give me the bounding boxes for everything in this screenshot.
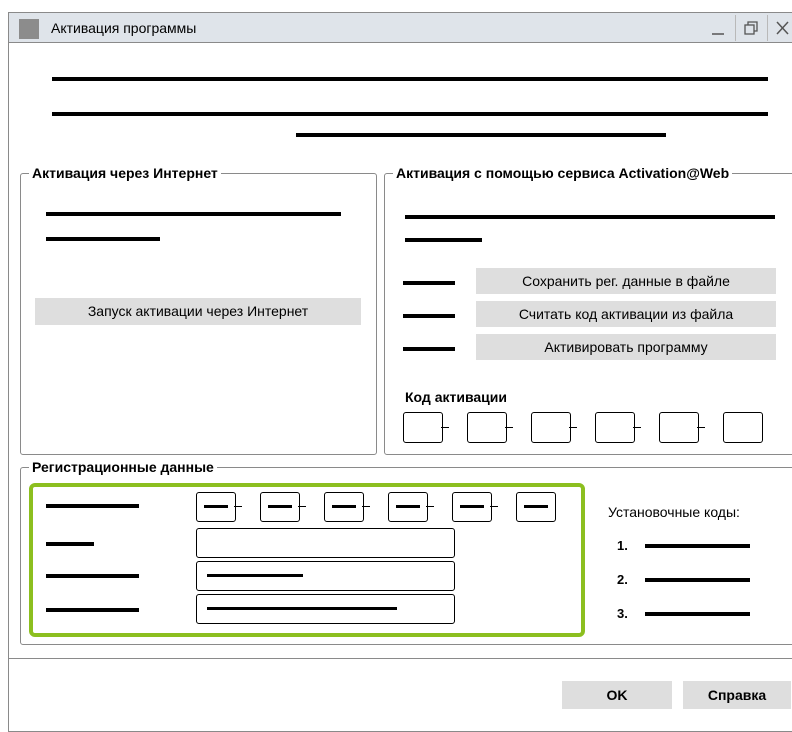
web-text-line-1 [405,215,775,219]
code-separator [441,427,449,428]
read-step-marker [403,314,455,318]
registration-code-field-4[interactable] [388,492,428,522]
activation-code-field-3[interactable] [531,412,571,443]
install-code-number: 2. [617,572,628,587]
install-code-3 [645,612,750,616]
code-separator [426,506,434,507]
code-separator [633,427,641,428]
web-group-legend: Активация с помощью сервиса Activation@W… [393,165,733,181]
ok-button[interactable]: OK [562,681,672,709]
activation-code-field-4[interactable] [595,412,635,443]
registration-field-2[interactable] [196,528,455,558]
header-text-line-3 [296,133,666,137]
registration-code-field-5[interactable] [452,492,492,522]
web-text-line-2 [405,238,482,242]
title-bar: Активация программы [9,13,792,43]
registration-code-field-6[interactable] [516,492,556,522]
internet-text-line-2 [46,237,160,241]
header-text-line-1 [52,77,768,81]
close-icon[interactable] [767,15,792,41]
install-code-2 [645,578,750,582]
help-button[interactable]: Справка [683,681,791,709]
activation-code-field-6[interactable] [723,412,763,443]
save-step-marker [403,281,455,285]
activation-code-label: Код активации [405,389,507,405]
registration-group-legend: Регистрационные данные [29,459,217,475]
activate-program-button[interactable]: Активировать программу [476,334,776,360]
activation-code-field-1[interactable] [403,412,443,443]
app-icon [19,19,39,39]
install-code-number: 3. [617,606,628,621]
read-activation-code-button[interactable]: Считать код активации из файла [476,301,776,327]
registration-label-1 [46,504,139,508]
registration-code-field-3[interactable] [324,492,364,522]
window-title: Активация программы [51,20,197,36]
activate-step-marker [403,347,455,351]
footer-separator [9,658,792,659]
registration-label-3 [46,574,139,578]
install-code-1 [645,544,750,548]
code-separator [298,506,306,507]
internet-group-legend: Активация через Интернет [29,165,221,181]
registration-code-field-2[interactable] [260,492,300,522]
install-codes-label: Установочные коды: [608,504,740,520]
code-separator [234,506,242,507]
activation-code-field-2[interactable] [467,412,507,443]
activation-code-field-5[interactable] [659,412,699,443]
registration-field-3[interactable] [196,561,455,591]
start-internet-activation-button[interactable]: Запуск активации через Интернет [35,298,361,325]
internet-text-line-1 [46,212,341,216]
registration-field-4[interactable] [196,594,455,624]
internet-activation-group: Активация через Интернет Запуск активаци… [20,165,377,455]
web-activation-group: Активация с помощью сервиса Activation@W… [384,165,792,455]
code-separator [490,506,498,507]
registration-code-field-1[interactable] [196,492,236,522]
activation-window: Активация программы Активация через Инте… [8,12,792,732]
restore-icon[interactable] [735,15,766,41]
registration-label-4 [46,608,139,612]
minimize-icon[interactable] [703,15,733,41]
header-text-line-2 [52,112,768,116]
registration-data-group: Регистрационные данные Установочные коды… [20,459,792,645]
registration-label-2 [46,542,94,546]
code-separator [362,506,370,507]
save-registration-button[interactable]: Сохранить рег. данные в файле [476,268,776,294]
code-separator [569,427,577,428]
window-controls [703,15,792,41]
code-separator [505,427,513,428]
code-separator [697,427,705,428]
install-code-number: 1. [617,538,628,553]
